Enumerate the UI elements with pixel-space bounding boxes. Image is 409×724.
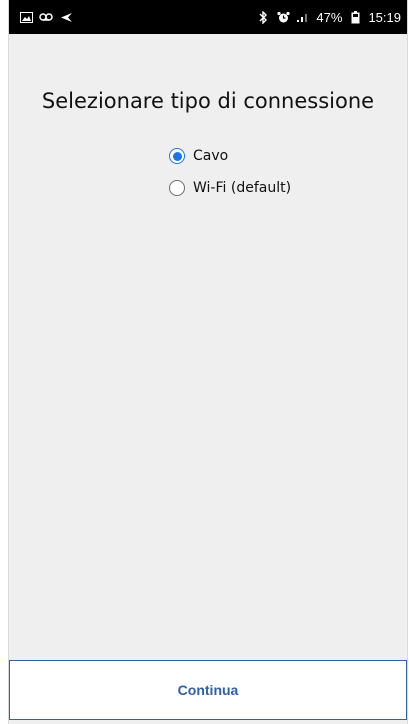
page-title: Selezionare tipo di connessione <box>41 89 375 113</box>
image-icon <box>19 10 33 24</box>
radio-option-cavo[interactable]: Cavo <box>169 144 291 168</box>
radio-label-cavo[interactable]: Cavo <box>193 148 228 164</box>
continue-button[interactable]: Continua <box>172 681 245 699</box>
alarm-icon <box>276 10 290 24</box>
connection-type-screen: Selezionare tipo di connessione Cavo Wi-… <box>9 34 407 660</box>
voicemail-icon <box>39 10 53 24</box>
status-bar: 47% 15:19 <box>9 0 407 34</box>
send-icon <box>59 10 73 24</box>
status-right-icons: 47% 15:19 <box>256 10 401 25</box>
radio-label-wifi[interactable]: Wi-Fi (default) <box>193 180 291 196</box>
radio-option-wifi[interactable]: Wi-Fi (default) <box>169 176 291 200</box>
signal-icon <box>296 10 310 24</box>
radio-dot <box>172 151 182 161</box>
battery-icon <box>348 10 362 24</box>
bottom-action-bar: Continua <box>9 660 407 720</box>
radio-unchecked-icon[interactable] <box>169 180 185 196</box>
status-clock: 15:19 <box>368 9 401 25</box>
device-screen: 47% 15:19 Selezionare tipo di connession… <box>8 0 408 724</box>
connection-type-radio-group: Cavo Wi-Fi (default) <box>169 144 291 208</box>
status-left-icons <box>19 10 73 24</box>
radio-checked-icon[interactable] <box>169 148 185 164</box>
bluetooth-icon <box>256 10 270 24</box>
battery-percent: 47% <box>316 9 343 25</box>
